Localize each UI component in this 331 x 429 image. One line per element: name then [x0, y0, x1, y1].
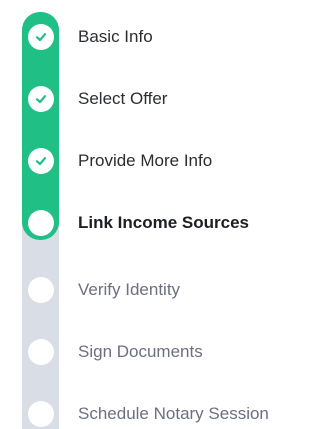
- step-label: Provide More Info: [78, 151, 213, 170]
- step-dot-icon: [28, 401, 54, 427]
- step-label: Select Offer: [78, 89, 168, 108]
- step-label: Sign Documents: [78, 342, 203, 361]
- step-schedule-notary-session[interactable]: Schedule Notary Session: [0, 394, 331, 429]
- step-sign-documents[interactable]: Sign Documents: [0, 332, 331, 372]
- step-label: Basic Info: [78, 27, 153, 46]
- check-icon: [28, 86, 54, 112]
- step-dot-icon: [28, 339, 54, 365]
- progress-stepper: Basic Info Select Offer Provide More Inf…: [0, 0, 331, 429]
- step-label: Link Income Sources: [78, 213, 249, 232]
- step-select-offer[interactable]: Select Offer: [0, 79, 331, 119]
- step-label: Schedule Notary Session: [78, 404, 269, 423]
- step-link-income-sources[interactable]: Link Income Sources: [0, 203, 331, 243]
- step-dot-icon: [28, 277, 54, 303]
- step-label: Verify Identity: [78, 280, 181, 299]
- step-provide-more-info[interactable]: Provide More Info: [0, 141, 331, 181]
- check-icon: [28, 148, 54, 174]
- check-icon: [28, 24, 54, 50]
- step-verify-identity[interactable]: Verify Identity: [0, 270, 331, 310]
- current-step-dot-icon: [28, 210, 54, 236]
- step-basic-info[interactable]: Basic Info: [0, 17, 331, 57]
